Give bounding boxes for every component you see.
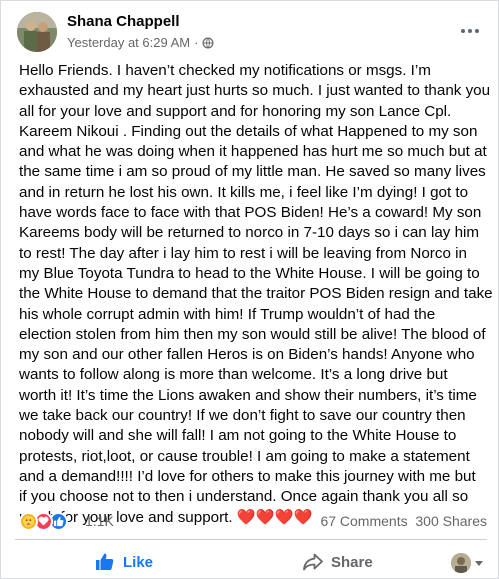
care-reaction-icon [19, 511, 38, 531]
post-text-segment: if you choose not to then i understand. … [19, 488, 469, 506]
post-as-selector[interactable] [451, 553, 483, 573]
share-label: Share [331, 553, 373, 571]
post-text-line: Hello Friends. I haven’t checked my noti… [19, 61, 489, 81]
post-text-segment: to rest! The day after i lay him to rest… [19, 244, 467, 262]
post-text-segment: nobody will and she will fall! I am not … [19, 427, 457, 445]
action-bar: Like Share [15, 544, 487, 579]
post-text-line: exhausted and my heart just hurts so muc… [19, 81, 491, 101]
post-text-line: the White House to demand that the trait… [19, 284, 493, 304]
post-text-line: my Blue Toyota Tundra to head to the Whi… [19, 264, 489, 284]
post-text-line: his whole corrupt admin with him! If Tru… [19, 305, 489, 325]
viewer-avatar [451, 553, 471, 573]
post-text-segment: election stolen from him then my son wou… [19, 325, 486, 343]
post-text-line: and what he was doing when it happened h… [19, 142, 489, 162]
globe-icon [202, 37, 214, 48]
post-text-segment: and what he was doing when it happened h… [19, 143, 487, 161]
thumbs-up-icon [96, 553, 114, 570]
post-text-line: protests, riot,loot, or cause trouble! I… [19, 447, 489, 467]
post-text-line: Kareems body will be returned to norco i… [19, 223, 489, 243]
post-body: Hello Friends. I haven’t checked my noti… [19, 61, 493, 528]
post-text-segment: protests, riot,loot, or cause trouble! I… [19, 447, 470, 465]
reaction-count[interactable]: 1.1K [85, 513, 114, 529]
meta-separator: · [194, 35, 199, 50]
share-button[interactable]: Share [303, 544, 373, 579]
chevron-down-icon [475, 560, 483, 566]
engagement-stats: 1.1K 67 Comments 300 Shares [19, 510, 487, 532]
post-text-segment: my Blue Toyota Tundra to head to the Whi… [19, 264, 480, 282]
post-header: Shana Chappell Yesterday at 6:29 AM · [15, 11, 487, 55]
post-text-segment: Kareems body will be returned to norco i… [19, 224, 480, 242]
like-button[interactable]: Like [95, 544, 153, 579]
post-text-line: my son and our other fallen Heros is on … [19, 345, 489, 365]
post-text-segment: Hello Friends. I haven’t checked my noti… [19, 62, 431, 79]
share-arrow-icon [303, 553, 323, 571]
post-text-segment: have words face to face with that POS Bi… [19, 204, 482, 222]
post-text-segment: and a demand!!!! I’d love for others to … [19, 467, 476, 485]
shares-count[interactable]: 300 Shares [415, 513, 487, 529]
post-text-segment: worth it! It’s time the Lions awaken and… [19, 386, 477, 404]
comments-shares: 67 Comments 300 Shares [320, 513, 487, 529]
post-card: Shana Chappell Yesterday at 6:29 AM · He… [0, 0, 499, 579]
author-avatar[interactable] [17, 12, 57, 52]
post-text-segment: his whole corrupt admin with him! If Tru… [19, 305, 436, 323]
post-text-segment: Kareem Nikoui . Finding out the details … [19, 122, 478, 140]
post-text-segment: we take back our country! If we don’t fi… [19, 407, 466, 425]
post-text-line: we take back our country! If we don’t fi… [19, 406, 489, 426]
post-text-line: and a demand!!!! I’d love for others to … [19, 467, 489, 487]
post-text-segment: wants to follow along is more than welco… [19, 366, 448, 384]
post-text-segment: my son and our other fallen Heros is on … [19, 346, 475, 364]
post-text-segment: all for your love and support and for ho… [19, 102, 452, 120]
comments-count[interactable]: 67 Comments [320, 513, 407, 529]
post-text-segment: the White House to demand that the trait… [19, 285, 493, 303]
post-text-line: have words face to face with that POS Bi… [19, 203, 489, 223]
like-label: Like [123, 553, 154, 571]
actions-divider [15, 539, 487, 540]
post-text-line: to rest! The day after i lay him to rest… [19, 244, 489, 264]
post-text-line: and in return he lost his own. It kills … [19, 183, 489, 203]
post-text-line: nobody will and she will fall! I am not … [19, 426, 489, 446]
post-text-line: Kareem Nikoui . Finding out the details … [19, 122, 489, 142]
post-meta: Yesterday at 6:29 AM · [67, 35, 214, 50]
post-text-line: election stolen from him then my son wou… [19, 325, 489, 345]
post-text-segment: and in return he lost his own. It kills … [19, 183, 469, 201]
post-text-line: the same time i am so proud of my little… [19, 162, 489, 182]
more-options-icon[interactable] [459, 23, 481, 39]
reactions-summary[interactable] [19, 510, 68, 532]
post-text-segment: the same time i am so proud of my little… [19, 163, 486, 181]
post-text-segment: exhausted and my heart just hurts so muc… [19, 82, 491, 100]
post-text-line: all for your love and support and for ho… [19, 102, 489, 122]
author-name[interactable]: Shana Chappell [67, 13, 180, 30]
post-timestamp[interactable]: Yesterday at 6:29 AM [67, 35, 190, 50]
post-text-line: if you choose not to then i understand. … [19, 487, 489, 507]
post-text-line: worth it! It’s time the Lions awaken and… [19, 386, 489, 406]
post-text-line: wants to follow along is more than welco… [19, 365, 489, 385]
